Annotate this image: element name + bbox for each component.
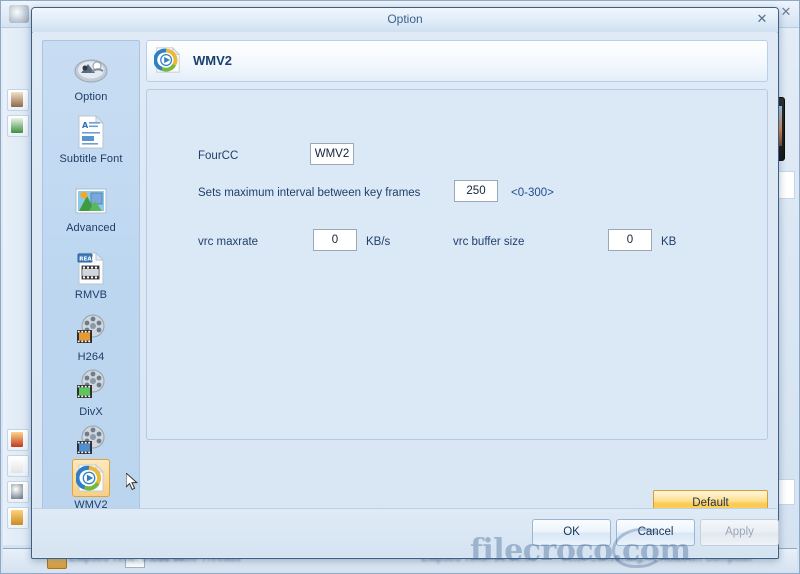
advanced-image-icon xyxy=(72,182,110,220)
bg-tool-icon-1[interactable] xyxy=(7,89,29,111)
sidebar-item-label: Option xyxy=(74,91,108,103)
sidebar-item-option[interactable]: Option xyxy=(43,51,139,103)
sidebar-item-divx[interactable]: DivX xyxy=(43,366,139,418)
vrc-buffer-size-label: vrc buffer size xyxy=(453,236,525,248)
bg-tool-icon-5[interactable] xyxy=(7,481,29,503)
content-header: WMV2 xyxy=(146,40,768,82)
vrc-buffer-size-unit: KB xyxy=(661,236,677,248)
bg-tool-icon-3[interactable] xyxy=(7,429,29,451)
settings-group-panel: FourCC WMV2 Sets maximum interval betwee… xyxy=(146,89,768,440)
subtitle-font-icon: A xyxy=(72,113,110,151)
divx-film-icon xyxy=(72,366,110,404)
option-dialog: Option ✕ Option A Subtitle Font Advanced… xyxy=(31,7,779,559)
cancel-button[interactable]: Cancel xyxy=(616,519,695,546)
wmv2-media-icon xyxy=(72,459,110,497)
sidebar-item-subtitle-font[interactable]: A Subtitle Font xyxy=(43,113,139,165)
sidebar-item-label: H264 xyxy=(77,351,105,363)
sidebar-item-wmv2[interactable]: WMV2 xyxy=(43,459,139,511)
wmv2-media-icon xyxy=(153,46,182,74)
apply-button: Apply xyxy=(700,519,779,546)
dialog-title: Option xyxy=(387,12,423,26)
bg-tool-icon-6[interactable] xyxy=(7,507,29,529)
rmvb-real-icon: REAL xyxy=(72,249,110,287)
svg-text:A: A xyxy=(82,121,89,130)
close-icon[interactable]: ✕ xyxy=(754,11,770,27)
h264-film-icon xyxy=(72,311,110,349)
keyframe-interval-range-hint: <0-300> xyxy=(511,187,554,199)
sidebar-item-advanced[interactable]: Advanced xyxy=(43,182,139,234)
keyframe-interval-label: Sets maximum interval between key frames xyxy=(198,187,421,199)
sidebar-item-h264[interactable]: H264 xyxy=(43,311,139,363)
option-gear-icon xyxy=(72,51,110,89)
sidebar-item-label: Subtitle Font xyxy=(59,153,123,165)
vrc-maxrate-input[interactable]: 0 xyxy=(313,229,357,251)
bg-tool-icon-4[interactable] xyxy=(7,455,29,477)
sidebar-item-label: RMVB xyxy=(74,289,108,301)
sidebar-item-label: DivX xyxy=(79,406,103,418)
vrc-buffer-size-input[interactable]: 0 xyxy=(608,229,652,251)
background-close-button[interactable]: ✕ xyxy=(777,4,795,20)
ok-button[interactable]: OK xyxy=(532,519,611,546)
dialog-body: Option A Subtitle Font Advanced REAL RMV… xyxy=(33,32,779,557)
sidebar-item-rmvb[interactable]: REAL RMVB xyxy=(43,249,139,301)
vrc-maxrate-label: vrc maxrate xyxy=(198,236,259,248)
bg-tool-icon-2[interactable] xyxy=(7,115,29,137)
dialog-titlebar: Option ✕ xyxy=(32,8,778,33)
keyframe-interval-input[interactable]: 250 xyxy=(454,180,498,202)
page-title: WMV2 xyxy=(193,53,232,68)
fourcc-label: FourCC xyxy=(198,150,239,162)
svg-text:REAL: REAL xyxy=(79,256,95,262)
fourcc-input[interactable]: WMV2 xyxy=(310,143,354,165)
xvid-film-icon xyxy=(72,422,110,460)
camera-icon xyxy=(9,5,29,23)
background-left-toolbar xyxy=(3,29,32,545)
vrc-maxrate-unit: KB/s xyxy=(366,236,391,248)
dialog-footer: OK Cancel Apply xyxy=(33,508,779,557)
sidebar-item-label: Advanced xyxy=(66,222,116,234)
sidebar-nav: Option A Subtitle Font Advanced REAL RMV… xyxy=(42,40,140,532)
